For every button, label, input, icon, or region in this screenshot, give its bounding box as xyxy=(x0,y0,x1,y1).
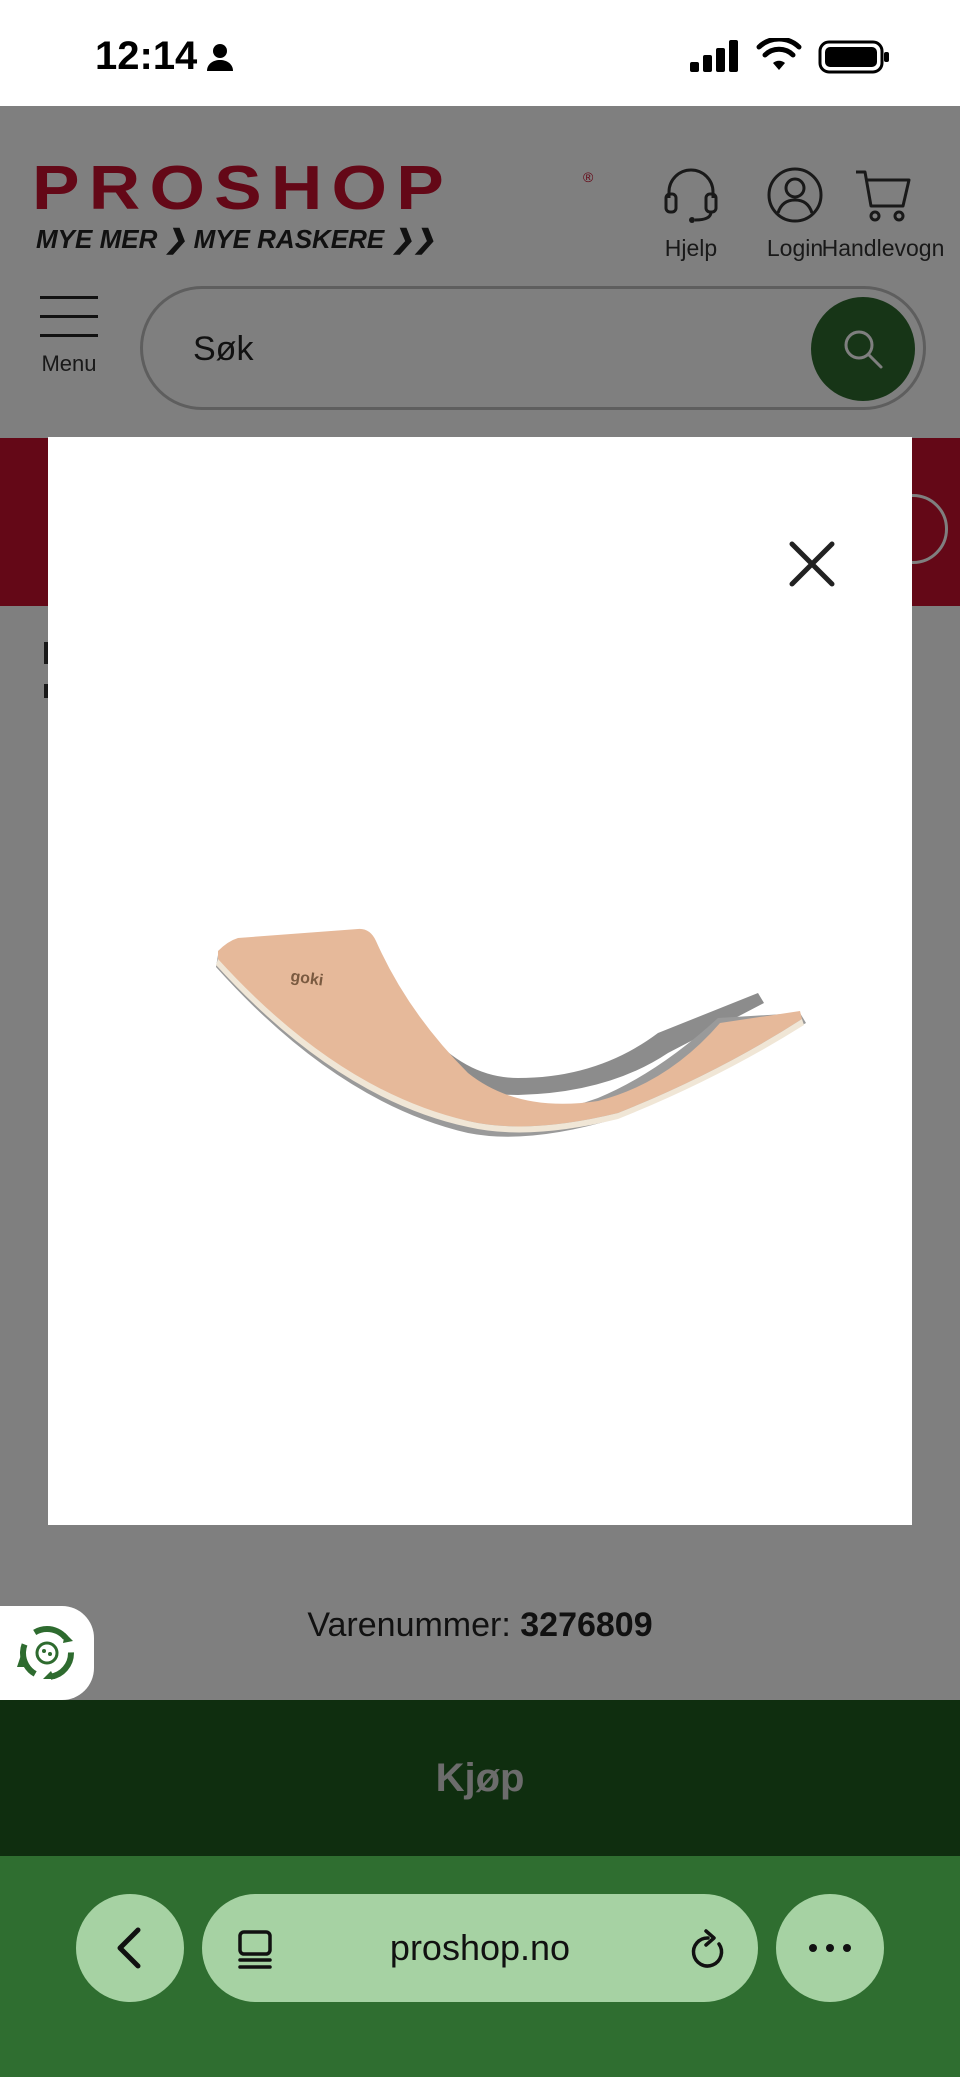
signal-icon xyxy=(690,40,740,77)
image-modal: goki xyxy=(48,437,912,1525)
status-bar: 12:14 xyxy=(0,0,960,106)
address-bar[interactable]: proshop.no xyxy=(202,1894,758,2002)
balance-board-image: goki xyxy=(216,928,806,1137)
dot xyxy=(843,1944,851,1952)
recycle-icon xyxy=(17,1626,74,1680)
dot xyxy=(809,1944,817,1952)
wifi-icon xyxy=(756,36,802,77)
more-button[interactable] xyxy=(776,1894,884,2002)
close-button[interactable] xyxy=(780,532,844,596)
status-time: 12:14 xyxy=(95,34,198,78)
reload-icon[interactable] xyxy=(688,1928,728,1977)
close-icon xyxy=(789,541,835,587)
person-icon xyxy=(205,42,235,77)
browser-toolbar: proshop.no xyxy=(0,1856,960,2077)
recycle-badge[interactable] xyxy=(0,1606,94,1700)
back-button[interactable] xyxy=(76,1894,184,2002)
chevron-left-icon xyxy=(117,1927,141,1969)
battery-icon xyxy=(818,40,890,79)
dot xyxy=(826,1944,834,1952)
url-text: proshop.no xyxy=(389,1927,571,1968)
